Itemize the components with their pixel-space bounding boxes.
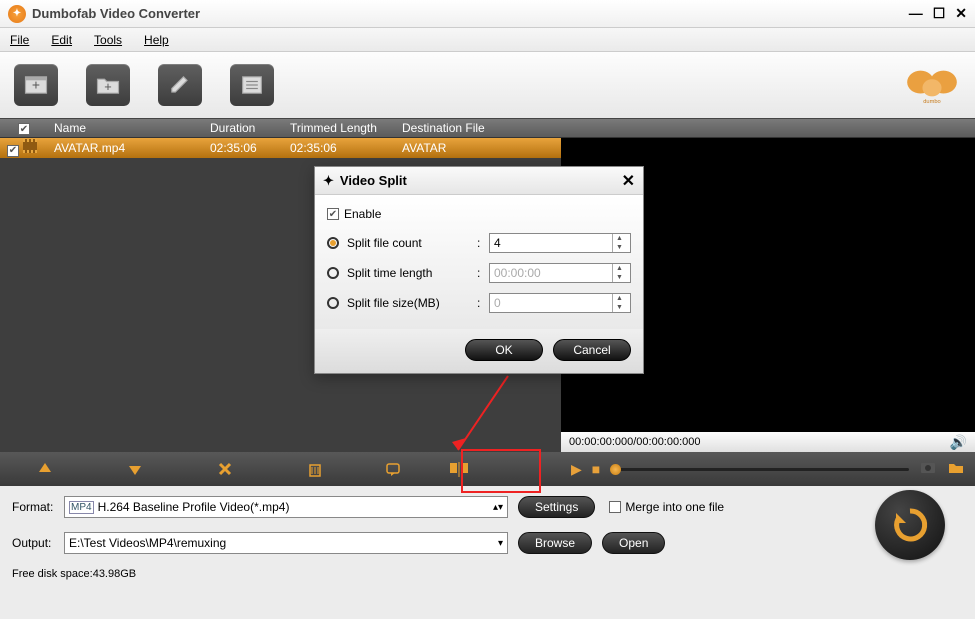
move-up-button[interactable] <box>0 452 90 486</box>
split-button[interactable] <box>426 452 492 486</box>
maximize-button[interactable]: ☐ <box>933 5 946 22</box>
radio-split-size[interactable] <box>327 297 339 309</box>
convert-button[interactable] <box>875 490 945 560</box>
action-strip: ▶ ■ <box>0 452 975 486</box>
browse-button[interactable]: Browse <box>518 532 592 554</box>
playback-time: 00:00:00:000/00:00:00:000 <box>569 436 701 448</box>
table-row[interactable]: ✔ AVATAR.mp4 02:35:06 02:35:06 AVATAR <box>0 138 561 158</box>
menu-file[interactable]: File <box>10 33 29 47</box>
header-check-all[interactable]: ✔ <box>0 121 48 136</box>
dialog-ok-button[interactable]: OK <box>465 339 543 361</box>
volume-icon[interactable]: 🔊 <box>950 434 967 451</box>
col-trimmed: Trimmed Length <box>290 121 402 135</box>
col-name: Name <box>48 121 210 135</box>
label-split-count: Split file count <box>347 236 477 250</box>
enable-checkbox[interactable]: ✔ Enable <box>327 207 631 221</box>
clear-button[interactable] <box>270 452 360 486</box>
output-combo[interactable]: E:\Test Videos\MP4\remuxing ▾ <box>64 532 508 554</box>
menu-edit[interactable]: Edit <box>51 33 72 47</box>
open-button[interactable]: Open <box>602 532 665 554</box>
input-split-count[interactable]: 4 ▲▼ <box>489 233 631 253</box>
merge-checkbox[interactable]: Merge into one file <box>609 500 724 514</box>
brand-logo-icon: dumbo <box>903 63 961 108</box>
output-settings: Format: MP4 H.264 Baseline Profile Video… <box>0 486 975 580</box>
format-label: Format: <box>12 500 64 514</box>
format-value: H.264 Baseline Profile Video(*.mp4) <box>98 500 290 514</box>
label-split-size: Split file size(MB) <box>347 296 477 310</box>
row-name: AVATAR.mp4 <box>48 141 210 155</box>
play-button[interactable]: ▶ <box>571 461 582 478</box>
close-button[interactable]: ✕ <box>955 5 967 22</box>
dialog-title-bar: ✦ Video Split ✕ <box>315 167 643 195</box>
enable-label: Enable <box>344 207 381 221</box>
input-split-size[interactable]: 0 ▲▼ <box>489 293 631 313</box>
menu-tools[interactable]: Tools <box>94 33 122 47</box>
stop-button[interactable]: ■ <box>592 461 600 477</box>
svg-text:+: + <box>104 79 112 94</box>
radio-split-count[interactable] <box>327 237 339 249</box>
dialog-close-button[interactable]: ✕ <box>622 171 635 191</box>
subtitle-button[interactable] <box>360 452 426 486</box>
row-duration: 02:35:06 <box>210 141 290 155</box>
window-title: Dumbofab Video Converter <box>32 6 909 21</box>
dialog-cancel-button[interactable]: Cancel <box>553 339 631 361</box>
output-value: E:\Test Videos\MP4\remuxing <box>69 536 226 550</box>
svg-text:+: + <box>32 77 40 93</box>
row-checkbox[interactable]: ✔ <box>7 145 19 157</box>
move-down-button[interactable] <box>90 452 180 486</box>
list-button[interactable] <box>230 64 274 106</box>
app-logo-icon: ✦ <box>8 5 26 23</box>
output-label: Output: <box>12 536 64 550</box>
row-dest: AVATAR <box>402 141 561 155</box>
add-file-button[interactable]: + <box>14 64 58 106</box>
row-trimmed: 02:35:06 <box>290 141 402 155</box>
minimize-button[interactable]: — <box>909 5 923 22</box>
radio-split-time[interactable] <box>327 267 339 279</box>
title-bar: ✦ Dumbofab Video Converter — ☐ ✕ <box>0 0 975 28</box>
dialog-logo-icon: ✦ <box>323 173 334 189</box>
label-split-time: Split time length <box>347 266 477 280</box>
video-split-dialog: ✦ Video Split ✕ ✔ Enable Split file coun… <box>314 166 644 374</box>
delete-button[interactable] <box>180 452 270 486</box>
svg-text:dumbo: dumbo <box>923 99 941 105</box>
open-folder-button[interactable] <box>947 459 965 480</box>
snapshot-button[interactable] <box>919 459 937 480</box>
file-table-header: ✔ Name Duration Trimmed Length Destinati… <box>0 118 975 138</box>
window-controls: — ☐ ✕ <box>909 5 967 22</box>
disk-space-label: Free disk space:43.98GB <box>12 568 963 580</box>
edit-button[interactable] <box>158 64 202 106</box>
format-combo[interactable]: MP4 H.264 Baseline Profile Video(*.mp4) … <box>64 496 508 518</box>
seek-slider[interactable] <box>610 468 909 471</box>
main-toolbar: + + dumbo <box>0 52 975 118</box>
video-file-icon <box>23 139 37 153</box>
add-folder-button[interactable]: + <box>86 64 130 106</box>
settings-button[interactable]: Settings <box>518 496 595 518</box>
col-destination: Destination File <box>402 121 975 135</box>
merge-label: Merge into one file <box>625 500 724 514</box>
dialog-title: Video Split <box>340 173 407 188</box>
menu-bar: File Edit Tools Help <box>0 28 975 52</box>
input-split-time[interactable]: 00:00:00 ▲▼ <box>489 263 631 283</box>
col-duration: Duration <box>210 121 290 135</box>
menu-help[interactable]: Help <box>144 33 169 47</box>
preview-time-bar: 00:00:00:000/00:00:00:000 🔊 <box>561 432 975 452</box>
